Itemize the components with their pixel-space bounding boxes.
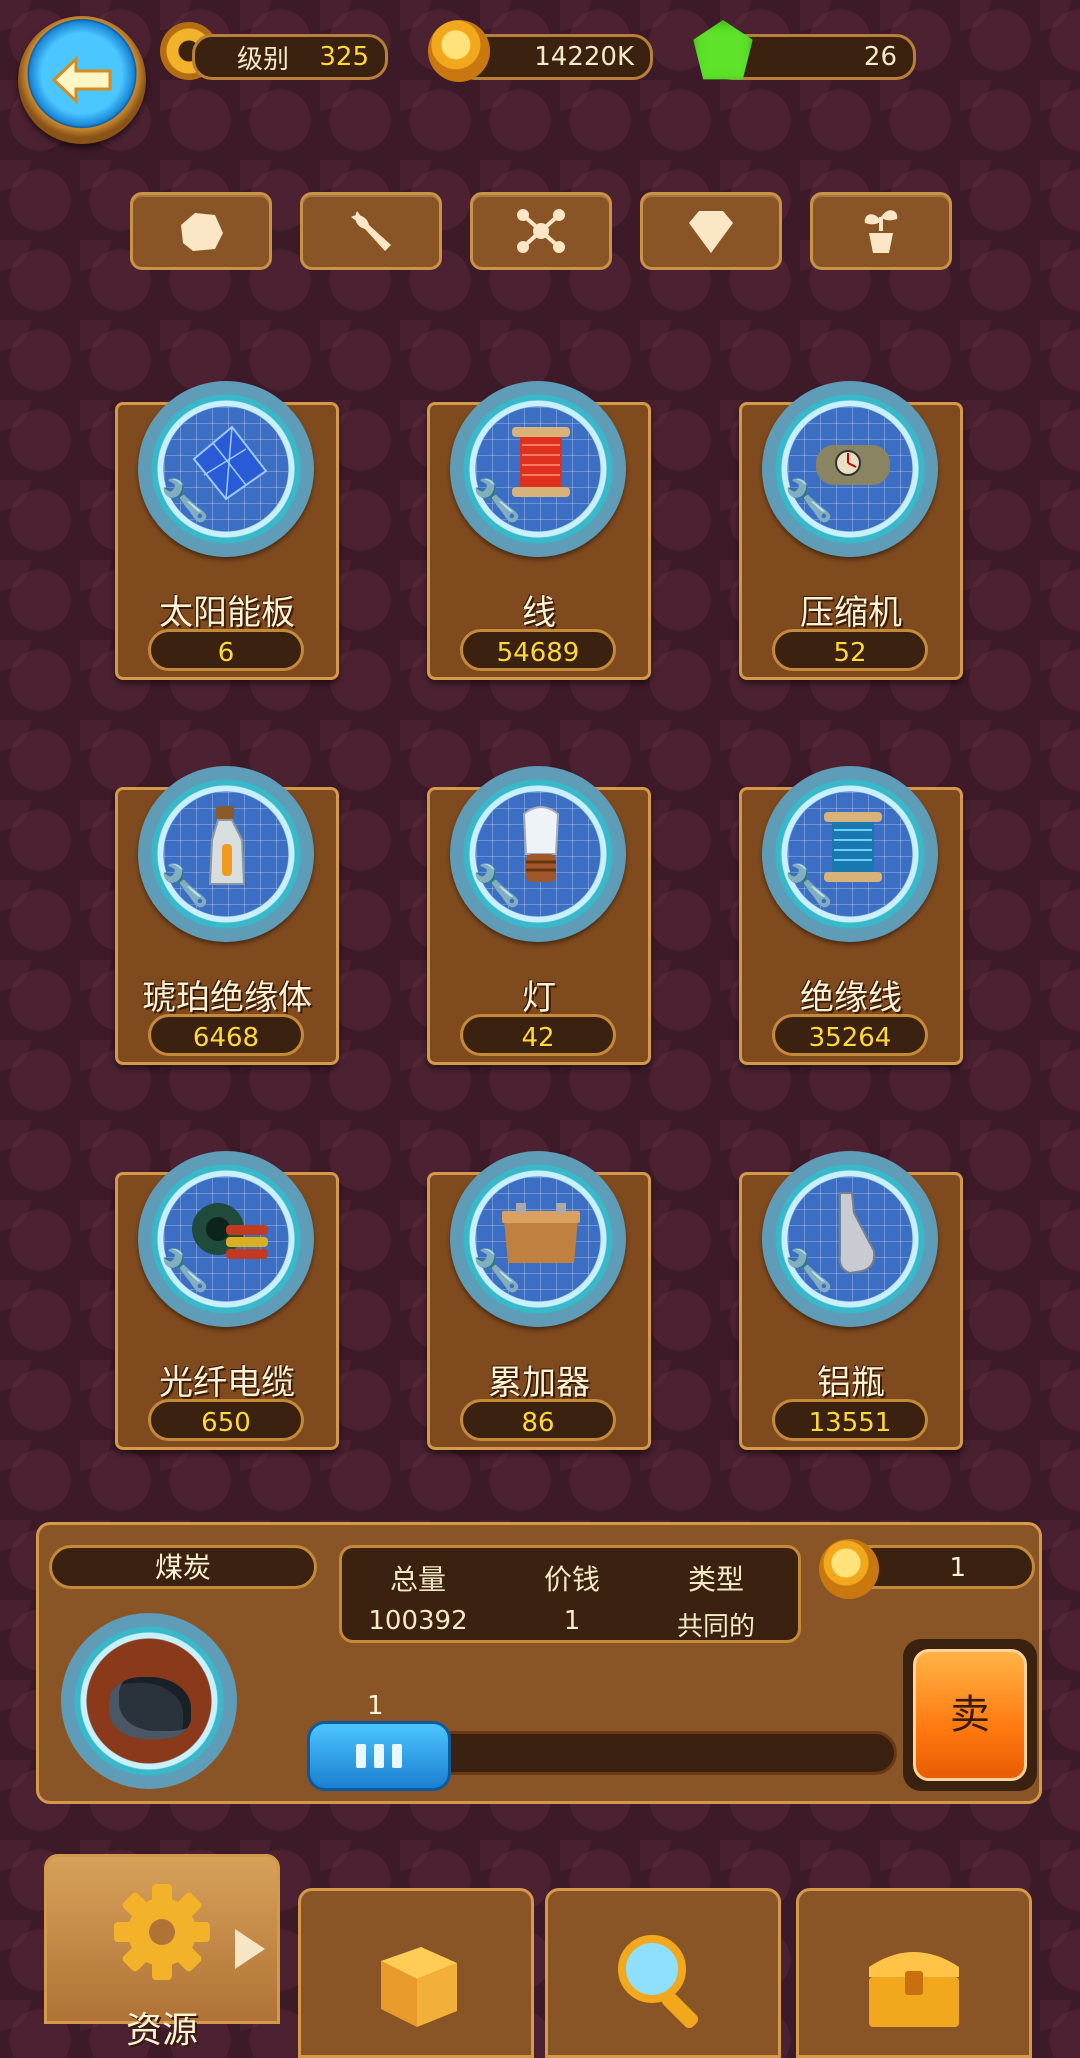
tab-tools[interactable] bbox=[300, 192, 442, 270]
item-card[interactable]: 🔧 光纤电缆 650 bbox=[115, 1151, 339, 1450]
plant-pot-icon bbox=[864, 210, 898, 253]
item-name: 线 bbox=[522, 593, 556, 633]
nav-dice[interactable] bbox=[298, 1888, 534, 2058]
tab-raw-materials[interactable] bbox=[130, 192, 272, 270]
item-card[interactable]: 🔧 铝瓶 13551 bbox=[739, 1151, 963, 1450]
item-card[interactable]: 🔧 压缩机 52 bbox=[739, 381, 963, 680]
item-name: 绝缘线 bbox=[800, 978, 902, 1018]
item-medal: 🔧 bbox=[450, 1151, 626, 1327]
diamond-icon bbox=[689, 211, 733, 253]
item-medal: 🔧 bbox=[762, 1151, 938, 1327]
coin-value: 14220K bbox=[534, 42, 634, 72]
item-name: 累加器 bbox=[488, 1363, 590, 1403]
category-tabs bbox=[0, 190, 1080, 270]
wrench-icon: 🔧 bbox=[160, 1248, 210, 1294]
item-card[interactable]: 🔧 绝缘线 35264 bbox=[739, 766, 963, 1065]
wrench-icon: 🔧 bbox=[784, 863, 834, 909]
item-medal: 🔧 bbox=[138, 1151, 314, 1327]
top-bar: 级别 325 14220K 26 bbox=[0, 0, 1080, 150]
item-count: 6468 bbox=[148, 1014, 304, 1056]
gear-icon bbox=[114, 1884, 210, 1980]
treasure-chest-icon bbox=[869, 1952, 959, 2027]
type-label: 类型 bbox=[687, 1563, 744, 1596]
selected-item-name: 煤炭 bbox=[49, 1545, 317, 1589]
item-name: 光纤电缆 bbox=[159, 1363, 295, 1403]
item-card[interactable]: 🔧 灯 42 bbox=[427, 766, 651, 1065]
wrench-icon: 🔧 bbox=[472, 863, 522, 909]
item-name: 琥珀绝缘体 bbox=[142, 978, 312, 1018]
selected-item-medal bbox=[61, 1613, 237, 1789]
item-card[interactable]: 🔧 太阳能板 6 bbox=[115, 381, 339, 680]
sell-button[interactable]: 卖 bbox=[903, 1639, 1037, 1791]
price-label: 价钱 bbox=[543, 1563, 600, 1596]
coal-icon bbox=[109, 1677, 191, 1739]
item-name: 压缩机 bbox=[800, 593, 902, 633]
wrench-icon: 🔧 bbox=[472, 478, 522, 524]
item-name: 铝瓶 bbox=[817, 1363, 885, 1403]
item-name: 灯 bbox=[522, 978, 556, 1018]
total-column: 总量 100392 bbox=[348, 1558, 488, 1636]
item-medal: 🔧 bbox=[138, 381, 314, 557]
wrench-icon bbox=[351, 211, 391, 251]
nav-chest[interactable] bbox=[796, 1888, 1032, 2058]
wrench-icon: 🔧 bbox=[472, 1248, 522, 1294]
type-column: 类型 共同的 bbox=[646, 1558, 786, 1643]
back-arrow-icon bbox=[51, 55, 112, 105]
tab-components[interactable] bbox=[470, 192, 612, 270]
price-value: 1 bbox=[563, 1606, 581, 1636]
item-medal: 🔧 bbox=[450, 381, 626, 557]
item-count: 35264 bbox=[772, 1014, 928, 1056]
nav-search[interactable] bbox=[545, 1888, 781, 2058]
total-label: 总量 bbox=[389, 1563, 446, 1596]
rock-icon bbox=[181, 213, 223, 251]
item-count: 86 bbox=[460, 1399, 616, 1441]
nav-resources[interactable]: 资源 bbox=[44, 1854, 280, 2051]
level-display: 级别 325 bbox=[192, 34, 388, 80]
item-card[interactable]: 🔧 线 54689 bbox=[427, 381, 651, 680]
item-medal: 🔧 bbox=[138, 766, 314, 942]
item-medal: 🔧 bbox=[450, 766, 626, 942]
magnifier-icon bbox=[618, 1935, 699, 2029]
wrench-icon: 🔧 bbox=[160, 478, 210, 524]
level-value: 325 bbox=[319, 42, 369, 72]
sell-panel: 煤炭 总量 100392 价钱 1 类型 共同的 1 1 卖 bbox=[36, 1522, 1042, 1804]
item-count: 52 bbox=[772, 629, 928, 671]
tab-plants[interactable] bbox=[810, 192, 952, 270]
wrench-icon: 🔧 bbox=[160, 863, 210, 909]
gem-value: 26 bbox=[863, 42, 897, 72]
tab-gems[interactable] bbox=[640, 192, 782, 270]
coin-icon bbox=[819, 1539, 879, 1599]
wrench-icon: 🔧 bbox=[784, 478, 834, 524]
wrench-icon: 🔧 bbox=[784, 1248, 834, 1294]
coin-icon bbox=[428, 20, 490, 82]
item-card[interactable]: 🔧 累加器 86 bbox=[427, 1151, 651, 1450]
item-card[interactable]: 🔧 琥珀绝缘体 6468 bbox=[115, 766, 339, 1065]
item-medal: 🔧 bbox=[762, 381, 938, 557]
item-count: 42 bbox=[460, 1014, 616, 1056]
item-count: 6 bbox=[148, 629, 304, 671]
nav-resources-label: 资源 bbox=[125, 2010, 198, 2051]
item-name: 太阳能板 bbox=[159, 593, 295, 633]
level-label: 级别 bbox=[237, 44, 290, 75]
type-value: 共同的 bbox=[676, 1612, 755, 1642]
selected-item-info: 总量 100392 价钱 1 类型 共同的 bbox=[339, 1545, 801, 1643]
item-count: 13551 bbox=[772, 1399, 928, 1441]
price-column: 价钱 1 bbox=[502, 1558, 642, 1636]
quantity-slider-handle[interactable] bbox=[307, 1721, 451, 1791]
item-count: 54689 bbox=[460, 629, 616, 671]
item-medal: 🔧 bbox=[762, 766, 938, 942]
quantity-label: 1 bbox=[367, 1691, 384, 1721]
total-value: 100392 bbox=[368, 1606, 468, 1636]
molecule-icon bbox=[517, 209, 565, 253]
dice-icon bbox=[381, 1947, 457, 2027]
sell-button-label: 卖 bbox=[913, 1649, 1027, 1781]
item-count: 650 bbox=[148, 1399, 304, 1441]
bottom-nav: 资源 bbox=[0, 1850, 1080, 2058]
play-arrow-icon bbox=[235, 1929, 265, 1969]
back-button[interactable] bbox=[18, 16, 146, 144]
